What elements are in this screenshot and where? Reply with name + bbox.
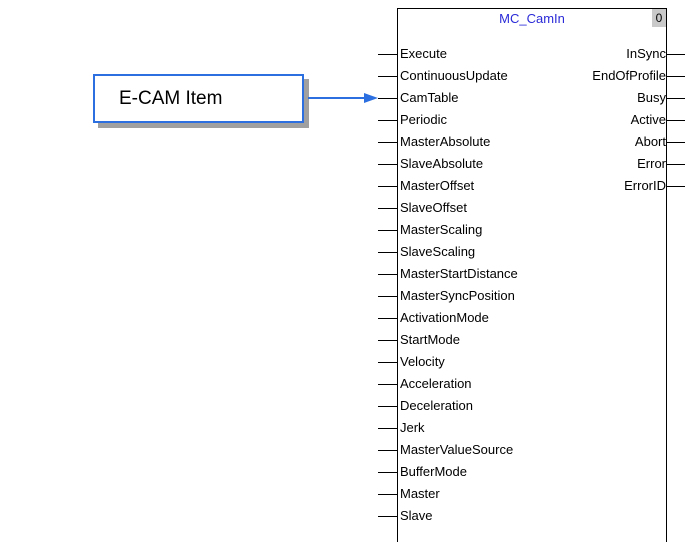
input-pin: SlaveOffset (378, 197, 578, 219)
input-pin: Velocity (378, 351, 578, 373)
block-title: MC_CamIn (499, 11, 565, 26)
input-pin-label: ActivationMode (400, 310, 489, 325)
callout-box: E-CAM Item (93, 74, 304, 123)
input-wire (378, 318, 398, 319)
input-wire (378, 274, 398, 275)
output-pin-label: InSync (626, 46, 666, 61)
input-pin-label: Master (400, 486, 440, 501)
output-pin: ErrorID (467, 175, 685, 197)
input-pin-label: Deceleration (400, 398, 473, 413)
input-wire (378, 516, 398, 517)
input-pin: MasterValueSource (378, 439, 578, 461)
input-pin-label: MasterOffset (400, 178, 475, 193)
input-pin-label: Acceleration (400, 376, 472, 391)
output-pin-label: ErrorID (624, 178, 666, 193)
output-wire (667, 76, 685, 77)
output-pin: Busy (467, 87, 685, 109)
input-pin-label: MasterValueSource (400, 442, 514, 457)
input-wire (378, 230, 398, 231)
input-wire (378, 362, 398, 363)
output-pin-label: EndOfProfile (592, 68, 666, 83)
output-wire (667, 142, 685, 143)
input-pin-label: Periodic (400, 112, 447, 127)
block-instance-number: 0 (652, 9, 666, 27)
output-wire (667, 120, 685, 121)
input-pin-label: Jerk (400, 420, 425, 435)
input-wire (378, 54, 398, 55)
output-pin: InSync (467, 43, 685, 65)
input-pin-label: Slave (400, 508, 433, 523)
input-wire (378, 472, 398, 473)
input-pin: Slave (378, 505, 578, 527)
input-pin: Deceleration (378, 395, 578, 417)
input-wire (378, 340, 398, 341)
input-pin: Acceleration (378, 373, 578, 395)
input-pin-label: StartMode (400, 332, 460, 347)
input-wire (378, 252, 398, 253)
input-wire (378, 208, 398, 209)
input-pin-label: BufferMode (400, 464, 467, 479)
input-wire (378, 164, 398, 165)
callout-arrow (308, 93, 378, 103)
input-wire (378, 76, 398, 77)
input-wire (378, 120, 398, 121)
input-pin-label: MasterScaling (400, 222, 483, 237)
input-wire (378, 494, 398, 495)
input-wire (378, 384, 398, 385)
input-pin-label: CamTable (400, 90, 459, 105)
input-pin-label: SlaveOffset (400, 200, 467, 215)
input-wire (378, 142, 398, 143)
output-pin-label: Error (637, 156, 666, 171)
output-pin: Active (467, 109, 685, 131)
input-wire (378, 450, 398, 451)
input-pin: Master (378, 483, 578, 505)
input-pin: MasterSyncPosition (378, 285, 578, 307)
input-pin-label: Execute (400, 46, 447, 61)
output-pin-label: Active (630, 112, 666, 127)
output-pin-label: Abort (634, 134, 666, 149)
output-pin: EndOfProfile (467, 65, 685, 87)
input-pin-label: MasterStartDistance (400, 266, 518, 281)
output-wire (667, 164, 685, 165)
output-wire (667, 186, 685, 187)
input-wire (378, 186, 398, 187)
input-pin: StartMode (378, 329, 578, 351)
input-pin: Jerk (378, 417, 578, 439)
input-pin: MasterStartDistance (378, 263, 578, 285)
input-pin: SlaveScaling (378, 241, 578, 263)
input-pin: ActivationMode (378, 307, 578, 329)
input-pin-label: Velocity (400, 354, 445, 369)
callout-label: E-CAM Item (119, 88, 223, 109)
input-wire (378, 406, 398, 407)
output-wire (667, 54, 685, 55)
input-pin-label: SlaveScaling (400, 244, 476, 259)
input-pin: MasterScaling (378, 219, 578, 241)
output-pin: Abort (467, 131, 685, 153)
input-wire (378, 296, 398, 297)
output-pin-label: Busy (637, 90, 666, 105)
input-wire (378, 98, 398, 99)
input-pin-label: MasterSyncPosition (400, 288, 515, 303)
input-pin: BufferMode (378, 461, 578, 483)
output-wire (667, 98, 685, 99)
input-wire (378, 428, 398, 429)
output-pin: Error (467, 153, 685, 175)
